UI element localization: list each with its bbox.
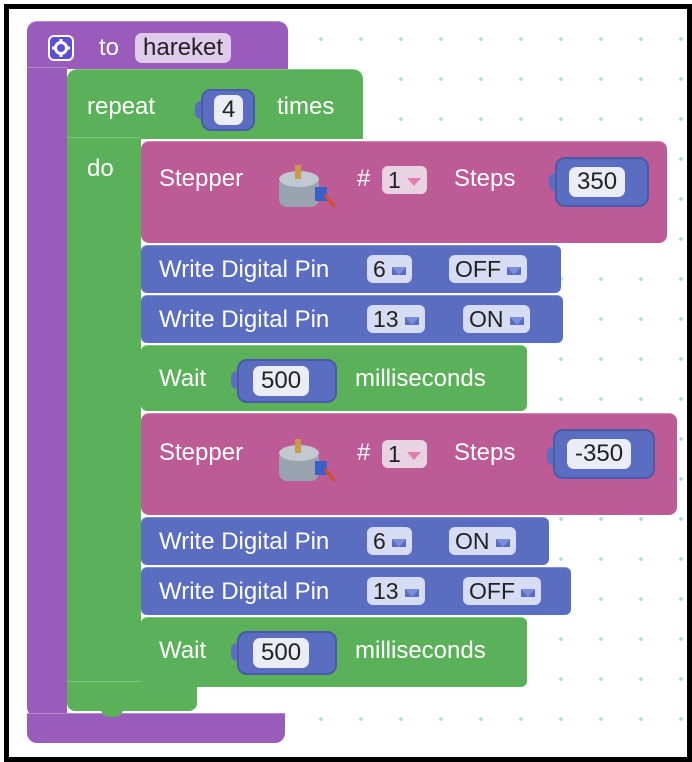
stepper-2-motor-value: 1 xyxy=(388,441,401,467)
stepper-1-motor-dropdown[interactable]: 1 xyxy=(382,166,427,194)
wait-2-unit: milliseconds xyxy=(355,637,486,664)
write-digital-1-state-dropdown[interactable]: OFF xyxy=(449,255,527,283)
write-digital-4-pin-dropdown[interactable]: 13 xyxy=(367,577,425,605)
chevron-down-icon xyxy=(509,316,524,325)
write-digital-3-pin-dropdown[interactable]: 6 xyxy=(367,527,412,555)
chevron-down-icon xyxy=(391,538,406,547)
write-digital-2-state-dropdown[interactable]: ON xyxy=(463,305,530,333)
repeat-block-body xyxy=(67,137,141,707)
write-digital-4-label: Write Digital Pin xyxy=(159,578,330,605)
wait-2-label: Wait xyxy=(159,637,207,664)
gear-icon[interactable] xyxy=(48,35,74,61)
repeat-count-field[interactable]: 4 xyxy=(214,95,244,125)
stepper-1-hash: # xyxy=(357,165,371,192)
write-digital-1-pin-dropdown[interactable]: 6 xyxy=(367,255,412,283)
stepper-2-steps-field[interactable]: -350 xyxy=(567,439,632,469)
wait-1-value-field[interactable]: 500 xyxy=(253,366,310,396)
write-digital-3-label: Write Digital Pin xyxy=(159,528,330,555)
write-digital-2-pin-value: 13 xyxy=(373,306,399,332)
wait-1-label: Wait xyxy=(159,365,207,392)
chevron-down-icon xyxy=(507,266,521,275)
repeat-do-label: do xyxy=(87,155,114,182)
write-digital-1-state-value: OFF xyxy=(455,256,501,282)
wait-2-value-field[interactable]: 500 xyxy=(253,638,310,668)
stepper-motor-image xyxy=(279,165,337,208)
stepper-motor-image xyxy=(279,439,337,482)
repeat-suffix: times xyxy=(277,93,335,120)
write-digital-1-pin-value: 6 xyxy=(373,256,386,282)
write-digital-2-state-value: ON xyxy=(469,306,504,332)
procedure-keyword: to xyxy=(99,34,120,61)
stepper-2-hash: # xyxy=(357,439,371,466)
write-digital-3-state-dropdown[interactable]: ON xyxy=(449,527,516,555)
chevron-down-icon xyxy=(521,588,535,597)
chevron-down-icon xyxy=(406,177,421,186)
write-digital-4-state-dropdown[interactable]: OFF xyxy=(463,577,541,605)
chevron-down-icon xyxy=(391,266,406,275)
chevron-down-icon xyxy=(495,538,510,547)
write-digital-2-label: Write Digital Pin xyxy=(159,306,330,333)
stepper-2-label: Stepper xyxy=(159,439,244,466)
stepper-2-steps-label: Steps xyxy=(454,439,516,466)
write-digital-3-state-value: ON xyxy=(455,528,490,554)
stepper-1-steps-field[interactable]: 350 xyxy=(569,167,626,197)
stepper-1-steps-label: Steps xyxy=(454,165,516,192)
write-digital-4-state-value: OFF xyxy=(469,578,515,604)
wait-1-unit: milliseconds xyxy=(355,365,486,392)
procedure-block-footer xyxy=(27,713,285,743)
stepper-2-motor-dropdown[interactable]: 1 xyxy=(382,440,427,468)
chevron-down-icon xyxy=(404,588,419,597)
workspace-canvas[interactable]: to hareket repeat 4 times do Stepper # 1… xyxy=(4,4,692,762)
repeat-label: repeat xyxy=(87,93,156,120)
stepper-1-motor-value: 1 xyxy=(388,167,401,193)
write-digital-2-pin-dropdown[interactable]: 13 xyxy=(367,305,425,333)
write-digital-3-pin-value: 6 xyxy=(373,528,386,554)
procedure-name-field[interactable]: hareket xyxy=(135,33,232,63)
write-digital-4-pin-value: 13 xyxy=(373,578,399,604)
write-digital-1-label: Write Digital Pin xyxy=(159,256,330,283)
stepper-1-label: Stepper xyxy=(159,165,244,192)
chevron-down-icon xyxy=(404,316,419,325)
procedure-block-body xyxy=(27,67,67,717)
chevron-down-icon xyxy=(406,451,421,460)
